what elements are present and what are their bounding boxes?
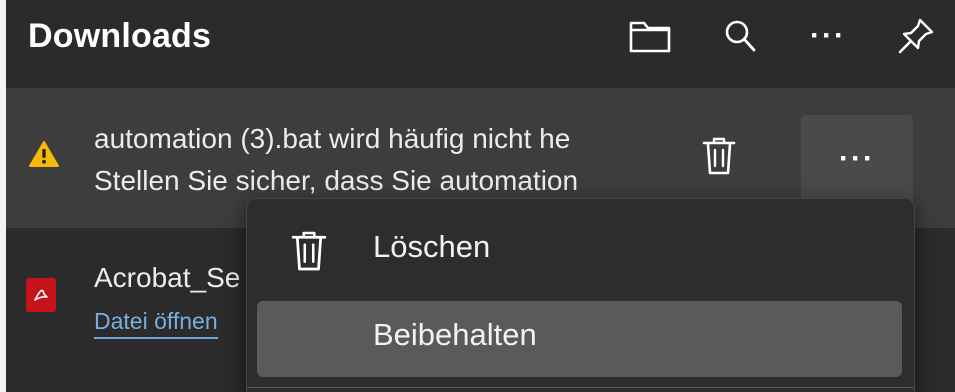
pdf-icon bbox=[26, 278, 56, 312]
pin-icon bbox=[898, 18, 934, 54]
open-folder-button[interactable] bbox=[626, 14, 674, 58]
warning-icon bbox=[29, 141, 59, 167]
open-file-link[interactable]: Datei öffnen bbox=[94, 308, 218, 339]
menu-item-label: Beibehalten bbox=[373, 317, 537, 352]
search-button[interactable] bbox=[716, 14, 764, 58]
item-more-actions-button[interactable]: ··· bbox=[801, 115, 913, 203]
trash-icon bbox=[291, 231, 327, 271]
folder-icon bbox=[629, 21, 671, 53]
download-warning-text: automation (3).bat wird häufig nicht he … bbox=[94, 118, 659, 202]
menu-item-delete[interactable]: Löschen bbox=[257, 213, 902, 289]
more-icon: ··· bbox=[810, 19, 846, 52]
downloads-panel: Downloads ··· automation (3).bat wird hä… bbox=[6, 0, 955, 392]
menu-item-keep[interactable]: Beibehalten bbox=[257, 301, 902, 377]
pin-button[interactable] bbox=[892, 14, 940, 58]
page-title: Downloads bbox=[28, 17, 212, 55]
menu-divider bbox=[247, 387, 914, 388]
warning-line-2: Stellen Sie sicher, dass Sie automation bbox=[94, 165, 579, 196]
delete-button[interactable] bbox=[691, 128, 747, 184]
menu-item-label: Löschen bbox=[373, 229, 491, 264]
more-options-button[interactable]: ··· bbox=[804, 14, 852, 58]
context-menu: Löschen Beibehalten bbox=[246, 198, 915, 392]
downloads-header: Downloads ··· bbox=[6, 0, 955, 88]
trash-icon bbox=[702, 137, 736, 175]
download-file-name: Acrobat_Se bbox=[94, 262, 241, 293]
search-icon bbox=[725, 20, 756, 52]
warning-line-1: automation (3).bat wird häufig nicht he bbox=[94, 123, 571, 154]
text-fade-overlay bbox=[618, 113, 678, 203]
more-icon: ··· bbox=[839, 142, 875, 175]
